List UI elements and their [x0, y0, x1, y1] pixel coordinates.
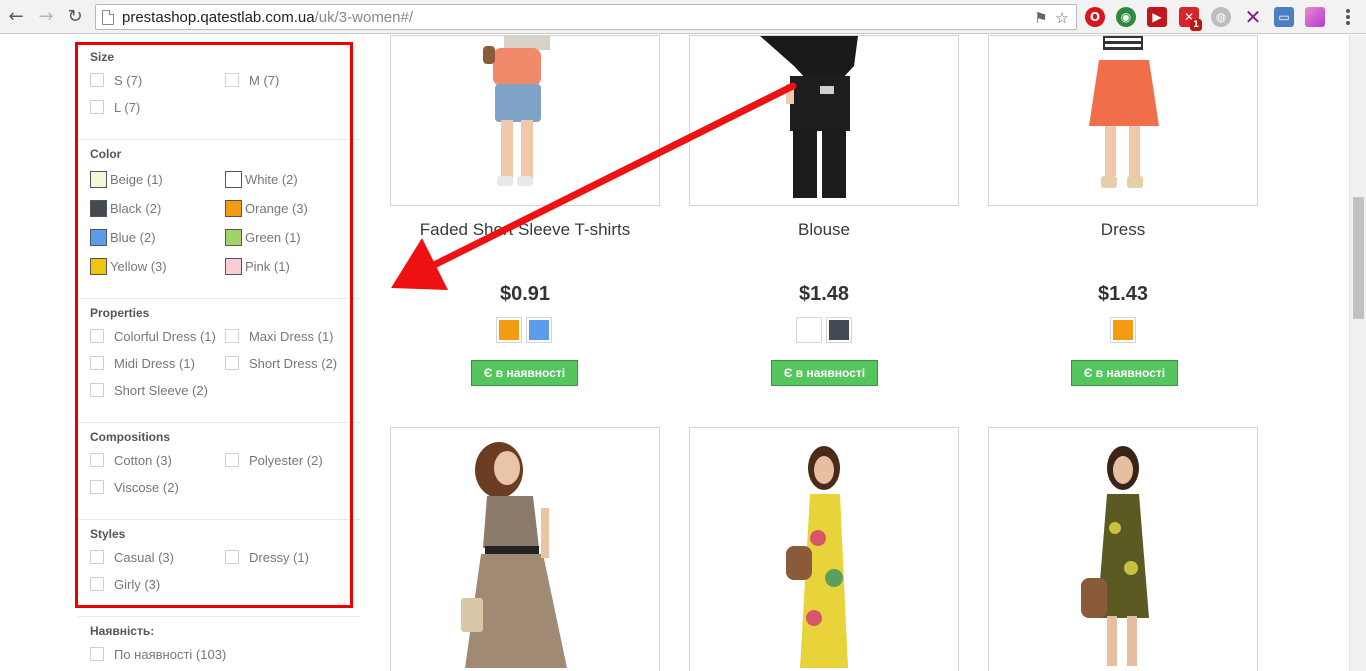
annotation-arrow [391, 82, 797, 290]
annotation-arrow-shaft [432, 82, 797, 268]
